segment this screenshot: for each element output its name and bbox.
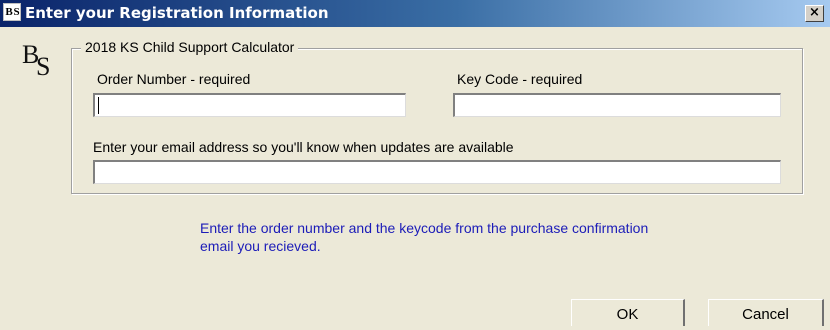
cancel-button[interactable]: Cancel: [708, 299, 824, 326]
key-code-field[interactable]: [453, 93, 781, 117]
registration-dialog: B S Enter your Registration Information …: [0, 0, 830, 326]
ok-button[interactable]: OK: [571, 299, 685, 326]
email-field[interactable]: [93, 160, 781, 184]
instruction-line-2: email you recieved.: [200, 238, 321, 254]
title-bar[interactable]: B S Enter your Registration Information …: [0, 0, 830, 27]
order-number-label: Order Number - required: [97, 71, 251, 87]
app-logo-icon: B S: [3, 3, 21, 21]
group-box-title: 2018 KS Child Support Calculator: [81, 39, 299, 55]
text-cursor: [98, 97, 99, 114]
instruction-text: Enter the order number and the keycode f…: [200, 219, 760, 255]
key-code-label: Key Code - required: [457, 71, 583, 87]
close-button[interactable]: ×: [805, 5, 824, 22]
instruction-line-1: Enter the order number and the keycode f…: [200, 220, 649, 236]
logo-letter-s: S: [36, 52, 51, 81]
company-logo: B S: [22, 40, 62, 82]
order-number-field[interactable]: [93, 93, 406, 117]
window-title: Enter your Registration Information: [25, 4, 329, 22]
email-label: Enter your email address so you'll know …: [93, 139, 514, 155]
